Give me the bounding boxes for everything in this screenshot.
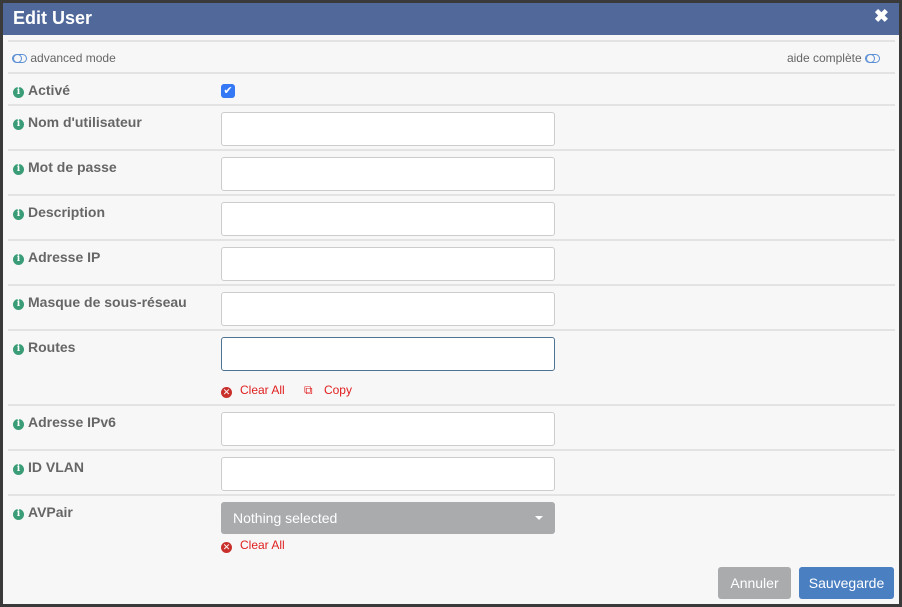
field-label: i Activé	[13, 82, 70, 98]
field-label: i Mot de passe	[13, 159, 117, 175]
vlan-id-input[interactable]	[221, 457, 555, 491]
dialog-header: Edit User ✖	[3, 3, 899, 35]
active-checkbox[interactable]: ✔	[221, 84, 235, 98]
field-label: i Masque de sous-réseau	[13, 294, 187, 310]
toggle-icon	[865, 54, 880, 64]
row-subnet-mask: i Masque de sous-réseau	[8, 286, 895, 331]
routes-input[interactable]	[221, 337, 555, 371]
info-icon[interactable]: i	[13, 509, 24, 520]
ipv6-input[interactable]	[221, 412, 555, 446]
row-ipv6: i Adresse IPv6	[8, 406, 895, 451]
clear-icon: ✕	[221, 387, 232, 398]
caret-down-icon	[535, 516, 543, 520]
password-input[interactable]	[221, 157, 555, 191]
close-icon[interactable]: ✖	[874, 6, 889, 27]
avpair-select[interactable]: Nothing selected	[221, 502, 555, 534]
field-label: i Description	[13, 204, 105, 220]
row-active: i Activé ✔	[8, 74, 895, 106]
advanced-mode-toggle[interactable]: advanced mode	[12, 51, 116, 65]
copy-icon: ⧉	[304, 383, 313, 397]
dialog-title: Edit User	[13, 8, 93, 28]
info-icon[interactable]: i	[13, 464, 24, 475]
row-routes: i Routes ✕ Clear All ⧉ Copy	[8, 331, 895, 406]
info-icon[interactable]: i	[13, 344, 24, 355]
field-label: i AVPair	[13, 504, 73, 520]
cancel-button[interactable]: Annuler	[718, 567, 791, 599]
edit-user-dialog: Edit User ✖ advanced mode aide complète …	[3, 3, 899, 604]
ip-address-input[interactable]	[221, 247, 555, 281]
description-input[interactable]	[221, 202, 555, 236]
info-icon[interactable]: i	[13, 119, 24, 130]
row-avpair: i AVPair Nothing selected ✕ Clear All	[8, 496, 895, 559]
field-label: i Adresse IP	[13, 249, 100, 265]
routes-copy-link[interactable]: ⧉ Copy	[304, 383, 360, 397]
routes-clear-all-link[interactable]: ✕ Clear All	[221, 383, 293, 398]
row-ip-address: i Adresse IP	[8, 241, 895, 286]
mode-bar: advanced mode aide complète	[8, 42, 895, 74]
save-button[interactable]: Sauvegarde	[799, 567, 894, 599]
row-password: i Mot de passe	[8, 151, 895, 196]
full-help-toggle[interactable]: aide complète	[787, 51, 880, 65]
info-icon[interactable]: i	[13, 299, 24, 310]
row-username: i Nom d'utilisateur	[8, 106, 895, 151]
clear-icon: ✕	[221, 542, 232, 553]
info-icon[interactable]: i	[13, 419, 24, 430]
subnet-mask-input[interactable]	[221, 292, 555, 326]
avpair-clear-all-link[interactable]: ✕ Clear All	[221, 538, 293, 553]
field-label: i Routes	[13, 339, 75, 355]
info-icon[interactable]: i	[13, 164, 24, 175]
info-icon[interactable]: i	[13, 254, 24, 265]
form: advanced mode aide complète i Activé ✔ iN…	[8, 40, 895, 559]
row-description: i Description	[8, 196, 895, 241]
full-help-label: aide complète	[786, 51, 862, 65]
row-vlan-id: i ID VLAN	[8, 451, 895, 496]
info-icon[interactable]: i	[13, 209, 24, 220]
info-icon[interactable]: i	[13, 87, 24, 98]
field-label: i Adresse IPv6	[13, 414, 116, 430]
username-input[interactable]	[221, 112, 555, 146]
field-label: i ID VLAN	[13, 459, 84, 475]
field-label: i Nom d'utilisateur	[13, 114, 142, 130]
dialog-footer: Annuler Sauvegarde	[3, 562, 899, 604]
advanced-mode-label: advanced mode	[30, 51, 116, 65]
toggle-icon	[12, 54, 27, 64]
